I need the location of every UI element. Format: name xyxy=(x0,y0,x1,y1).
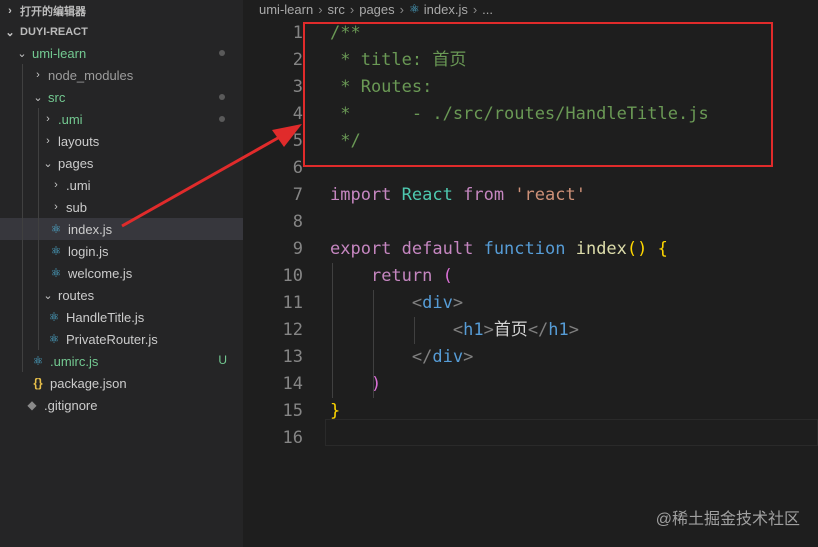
arrow-line xyxy=(121,132,286,228)
arrow-head xyxy=(272,124,302,147)
annotation-arrow xyxy=(121,124,302,228)
watermark: @稀土掘金技术社区 xyxy=(655,511,800,528)
